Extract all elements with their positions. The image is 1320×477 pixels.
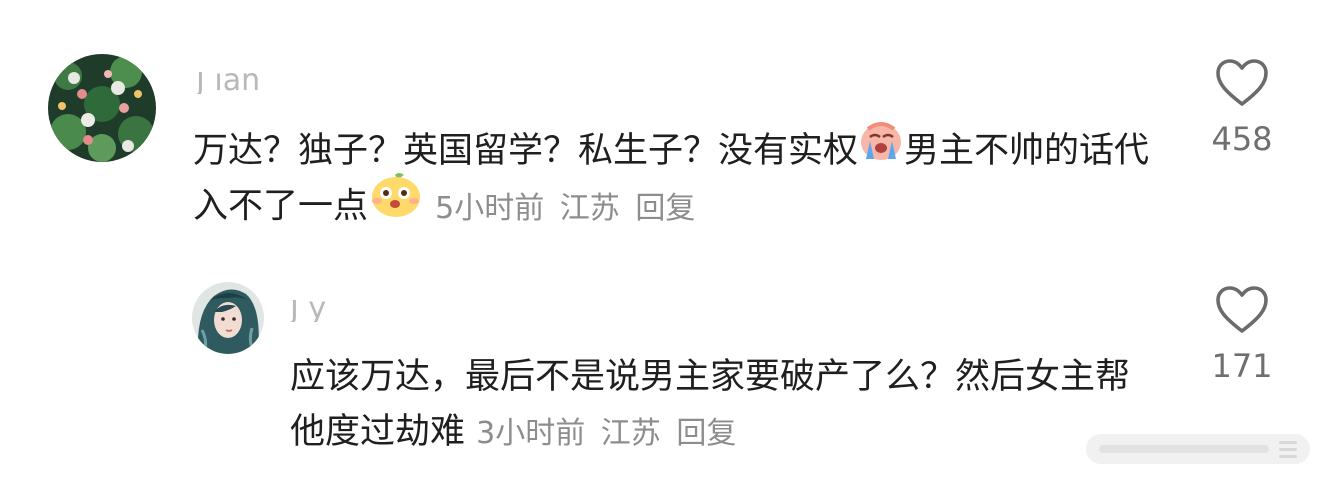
handle-bar bbox=[1099, 445, 1269, 453]
crying-emoji-icon bbox=[858, 119, 904, 178]
reply-button[interactable]: 回复 bbox=[676, 416, 736, 451]
like-count: 458 bbox=[1211, 120, 1273, 158]
avatar[interactable] bbox=[192, 282, 264, 354]
avatar-cats-in-plants-image bbox=[48, 54, 156, 162]
menu-lines-icon bbox=[1279, 440, 1297, 458]
comment-time: 3小时前 bbox=[476, 416, 586, 451]
comment-text: 应该万达，最后不是说男主家要破产了么？然后女主帮他度过劫难 3小时前 江苏 回复 bbox=[290, 357, 1131, 452]
comment-meta: 5小时前 江苏 回复 bbox=[435, 191, 701, 226]
comment-text: 万达？独子？英国留学？私生子？没有实权 男主不帅的话代入不了一点 5小时前 江苏… bbox=[193, 121, 1153, 236]
comment-meta: 3小时前 江苏 回复 bbox=[476, 416, 742, 451]
comment-location: 江苏 bbox=[559, 190, 620, 226]
comment-location: 江苏 bbox=[600, 416, 661, 451]
comment-time: 5小时前 bbox=[435, 190, 545, 226]
avatar-girl-portrait-image bbox=[192, 282, 264, 354]
expand-handle[interactable] bbox=[1086, 434, 1310, 464]
heart-outline-icon bbox=[1216, 59, 1268, 106]
reply-button[interactable]: 回复 bbox=[635, 191, 695, 226]
like-count: 171 bbox=[1211, 347, 1273, 385]
username[interactable]: J ian bbox=[196, 72, 260, 94]
dog-face-emoji-icon bbox=[368, 171, 424, 236]
like-button[interactable]: 171 bbox=[1187, 285, 1297, 385]
like-button[interactable]: 458 bbox=[1187, 58, 1297, 158]
avatar[interactable] bbox=[48, 54, 156, 162]
username[interactable]: J y bbox=[290, 300, 326, 322]
heart-outline-icon bbox=[1216, 286, 1268, 333]
